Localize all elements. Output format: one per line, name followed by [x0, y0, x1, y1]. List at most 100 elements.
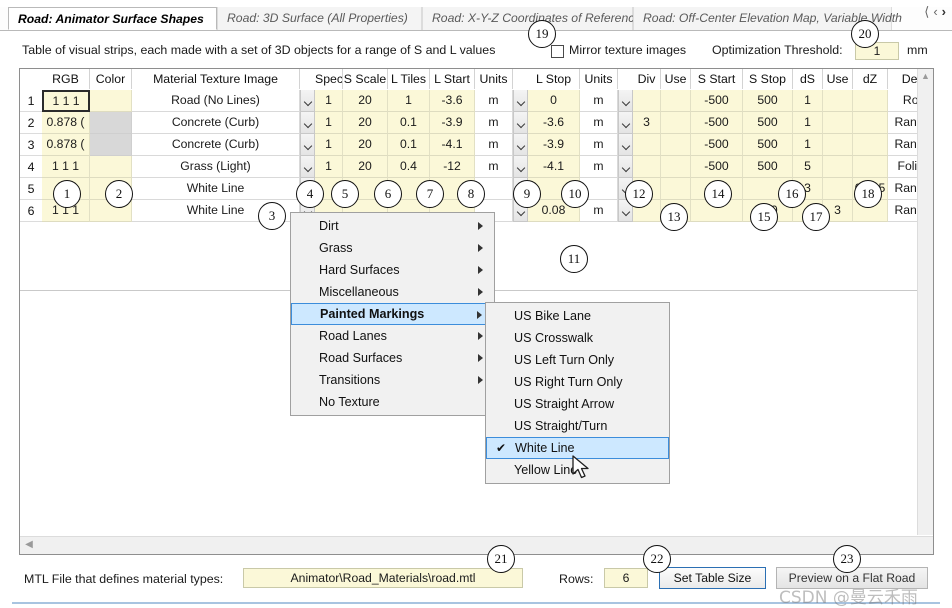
menu-item-miscellaneous[interactable]: Miscellaneous: [291, 281, 494, 303]
cell-dz[interactable]: [853, 134, 888, 156]
cell-use1[interactable]: [661, 134, 691, 156]
column-header-ltiles[interactable]: L Tiles: [388, 69, 430, 89]
column-header-lstart[interactable]: L Start: [430, 69, 475, 89]
cell-color[interactable]: [90, 134, 132, 156]
tab-2[interactable]: Road: X-Y-Z Coordinates of Reference Lin…: [422, 7, 668, 30]
cell-units1[interactable]: m: [475, 156, 513, 178]
cell-use1[interactable]: [661, 178, 691, 200]
column-header-units2[interactable]: Units: [580, 69, 618, 89]
submenu-item-us-crosswalk[interactable]: US Crosswalk: [486, 327, 669, 349]
table-row[interactable]: 2 0.878 (Concrete (Curb) 1 20 0.1 -3.9 m -3.6 m 3…: [20, 112, 933, 134]
cell-ltiles[interactable]: 0.1: [388, 112, 430, 134]
chevron-down-icon[interactable]: [618, 112, 633, 134]
cell-rgb[interactable]: 1 1 1: [42, 90, 90, 112]
chevron-down-icon[interactable]: [300, 112, 315, 134]
menu-item-painted-markings[interactable]: Painted Markings: [291, 303, 494, 325]
texture-category-context-menu[interactable]: Dirt Grass Hard Surfaces Miscellaneous Paint…: [290, 212, 495, 416]
cell-lstart[interactable]: -12: [430, 156, 475, 178]
cell-sstart[interactable]: -500: [691, 156, 743, 178]
column-header-units1[interactable]: Units: [475, 69, 513, 89]
cell-ds[interactable]: 1: [793, 134, 823, 156]
column-header-div[interactable]: Div: [633, 69, 661, 89]
cell-lstop[interactable]: -4.1: [528, 156, 580, 178]
cell-mat[interactable]: Concrete (Curb): [132, 112, 300, 134]
submenu-item-us-straight-arrow[interactable]: US Straight Arrow: [486, 393, 669, 415]
cell-ltiles[interactable]: 1: [388, 90, 430, 112]
tab-next-icon[interactable]: ›: [942, 4, 950, 19]
column-header-ds[interactable]: dS: [793, 69, 823, 89]
menu-item-road-surfaces[interactable]: Road Surfaces: [291, 347, 494, 369]
submenu-item-us-bike-lane[interactable]: US Bike Lane: [486, 305, 669, 327]
table-row[interactable]: 3 0.878 (Concrete (Curb) 1 20 0.1 -4.1 m -3.9 m -…: [20, 134, 933, 156]
table-row[interactable]: 41 1 1 Grass (Light) 1 20 0.4 -12 m -4.1 m -500 50…: [20, 156, 933, 178]
column-header-sstart[interactable]: S Start: [691, 69, 743, 89]
tab-first-icon[interactable]: ⟨: [924, 4, 933, 19]
cell-sstart[interactable]: -500: [691, 134, 743, 156]
set-table-size-button[interactable]: Set Table Size: [659, 567, 766, 589]
cell-sscale[interactable]: 20: [343, 134, 388, 156]
cell-mat[interactable]: White Line: [132, 178, 300, 200]
cell-lstart[interactable]: -3.9: [430, 112, 475, 134]
chevron-down-icon[interactable]: [618, 156, 633, 178]
table-vertical-scrollbar[interactable]: ▲: [917, 69, 933, 535]
cell-lstart[interactable]: -4.1: [430, 134, 475, 156]
cell-units1[interactable]: m: [475, 134, 513, 156]
cell-units2[interactable]: m: [580, 112, 618, 134]
cell-units1[interactable]: m: [475, 112, 513, 134]
table-horizontal-scrollbar[interactable]: ◀: [20, 536, 933, 554]
cell-spec[interactable]: 1: [315, 90, 343, 112]
menu-item-transitions[interactable]: Transitions: [291, 369, 494, 391]
cell-color[interactable]: [90, 112, 132, 134]
column-header-use2[interactable]: Use: [823, 69, 853, 89]
cell-spec[interactable]: 1: [315, 112, 343, 134]
cell-rgb[interactable]: 0.878 (: [42, 134, 90, 156]
tab-navigation-controls[interactable]: ⟨‹›: [924, 1, 950, 23]
cell-use2[interactable]: [823, 178, 853, 200]
cell-lstart[interactable]: -3.6: [430, 90, 475, 112]
table-row[interactable]: 11 1 1 Road (No Lines) 1 20 1 -3.6 m 0 m -500 500 1…: [20, 90, 933, 112]
column-header-dz[interactable]: dZ: [853, 69, 888, 89]
submenu-item-us-left-turn-only[interactable]: US Left Turn Only: [486, 349, 669, 371]
tab-prev-icon[interactable]: ‹: [933, 4, 941, 19]
painted-markings-submenu[interactable]: US Bike Lane US Crosswalk US Left Turn Onl…: [485, 302, 670, 484]
cell-color[interactable]: [90, 90, 132, 112]
cell-rgb[interactable]: 1 1 1: [42, 156, 90, 178]
cell-sstop[interactable]: 500: [743, 134, 793, 156]
cell-lstop[interactable]: -3.9: [528, 134, 580, 156]
menu-item-grass[interactable]: Grass: [291, 237, 494, 259]
cell-ltiles[interactable]: 0.1: [388, 134, 430, 156]
chevron-down-icon[interactable]: [618, 90, 633, 112]
cell-units2[interactable]: m: [580, 134, 618, 156]
cell-use1[interactable]: [661, 90, 691, 112]
cell-use1[interactable]: [661, 156, 691, 178]
chevron-down-icon[interactable]: [513, 90, 528, 112]
chevron-down-icon[interactable]: [513, 112, 528, 134]
cell-use2[interactable]: [823, 90, 853, 112]
cell-spec[interactable]: 1: [315, 156, 343, 178]
cell-dz[interactable]: [853, 90, 888, 112]
cell-use2[interactable]: [823, 156, 853, 178]
cell-div[interactable]: [633, 156, 661, 178]
column-header-sstop[interactable]: S Stop: [743, 69, 793, 89]
chevron-down-icon[interactable]: [300, 156, 315, 178]
column-header-spec[interactable]: Spec: [315, 69, 343, 89]
cell-units2[interactable]: m: [580, 200, 618, 222]
cell-ds[interactable]: 1: [793, 112, 823, 134]
cell-div[interactable]: [633, 90, 661, 112]
cell-mat[interactable]: Concrete (Curb): [132, 134, 300, 156]
cell-ds[interactable]: 1: [793, 90, 823, 112]
cell-div[interactable]: 3: [633, 112, 661, 134]
chevron-down-icon[interactable]: [300, 134, 315, 156]
cell-mat[interactable]: Road (No Lines): [132, 90, 300, 112]
cell-sscale[interactable]: 20: [343, 90, 388, 112]
cell-spec[interactable]: 1: [315, 134, 343, 156]
submenu-item-us-right-turn-only[interactable]: US Right Turn Only: [486, 371, 669, 393]
submenu-item-white-line[interactable]: ✔ White Line: [486, 437, 669, 459]
cell-units2[interactable]: m: [580, 156, 618, 178]
column-header-use1[interactable]: Use: [661, 69, 691, 89]
menu-item-road-lanes[interactable]: Road Lanes: [291, 325, 494, 347]
cell-dz[interactable]: [853, 156, 888, 178]
cell-use1[interactable]: [661, 112, 691, 134]
chevron-down-icon[interactable]: [618, 134, 633, 156]
cell-ltiles[interactable]: 0.4: [388, 156, 430, 178]
